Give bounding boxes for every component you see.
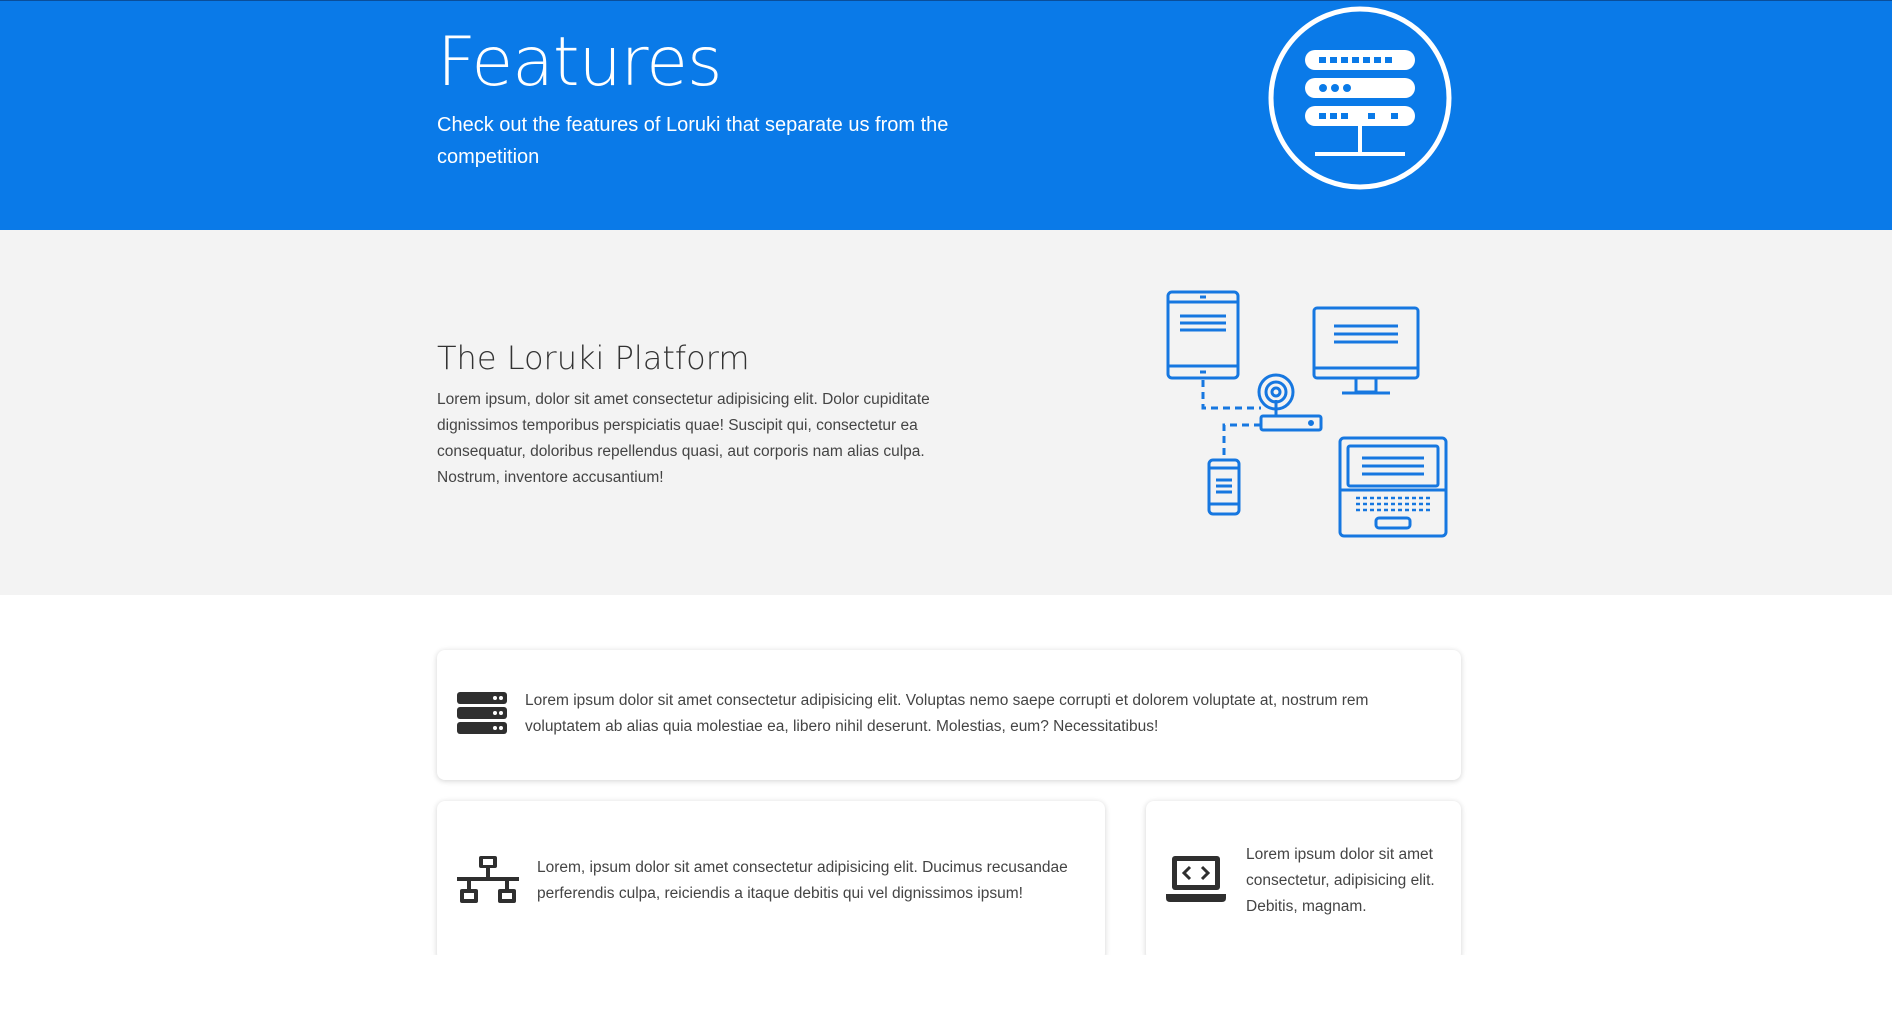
server-icon bbox=[457, 692, 507, 734]
feature-card-1-text: Lorem ipsum dolor sit amet consectetur a… bbox=[525, 692, 1369, 735]
laptop-code-icon bbox=[1166, 856, 1226, 902]
feature-card-2: Lorem, ipsum dolor sit amet consectetur … bbox=[437, 801, 1105, 961]
hero-subtitle: Check out the features of Loruki that se… bbox=[437, 114, 949, 168]
feature-card-3: Lorem ipsum dolor sit amet consectetur, … bbox=[1146, 801, 1461, 961]
feature-card-1: Lorem ipsum dolor sit amet consectetur a… bbox=[437, 650, 1461, 780]
hero-title: Features bbox=[437, 23, 722, 102]
server-circle-icon bbox=[1268, 6, 1452, 190]
features-hero: Features Check out the features of Loruk… bbox=[0, 0, 1892, 230]
platform-section: The Loruki Platform Lorem ipsum, dolor s… bbox=[0, 230, 1892, 595]
page-bottom bbox=[0, 955, 1892, 1024]
connected-devices-icon bbox=[1166, 290, 1448, 538]
feature-card-2-text: Lorem, ipsum dolor sit amet consectetur … bbox=[537, 859, 1068, 902]
platform-description: Lorem ipsum, dolor sit amet consectetur … bbox=[437, 391, 930, 486]
platform-title: The Loruki Platform bbox=[437, 339, 750, 377]
network-icon bbox=[457, 856, 519, 903]
feature-card-3-text: Lorem ipsum dolor sit amet consectetur, … bbox=[1246, 846, 1435, 915]
